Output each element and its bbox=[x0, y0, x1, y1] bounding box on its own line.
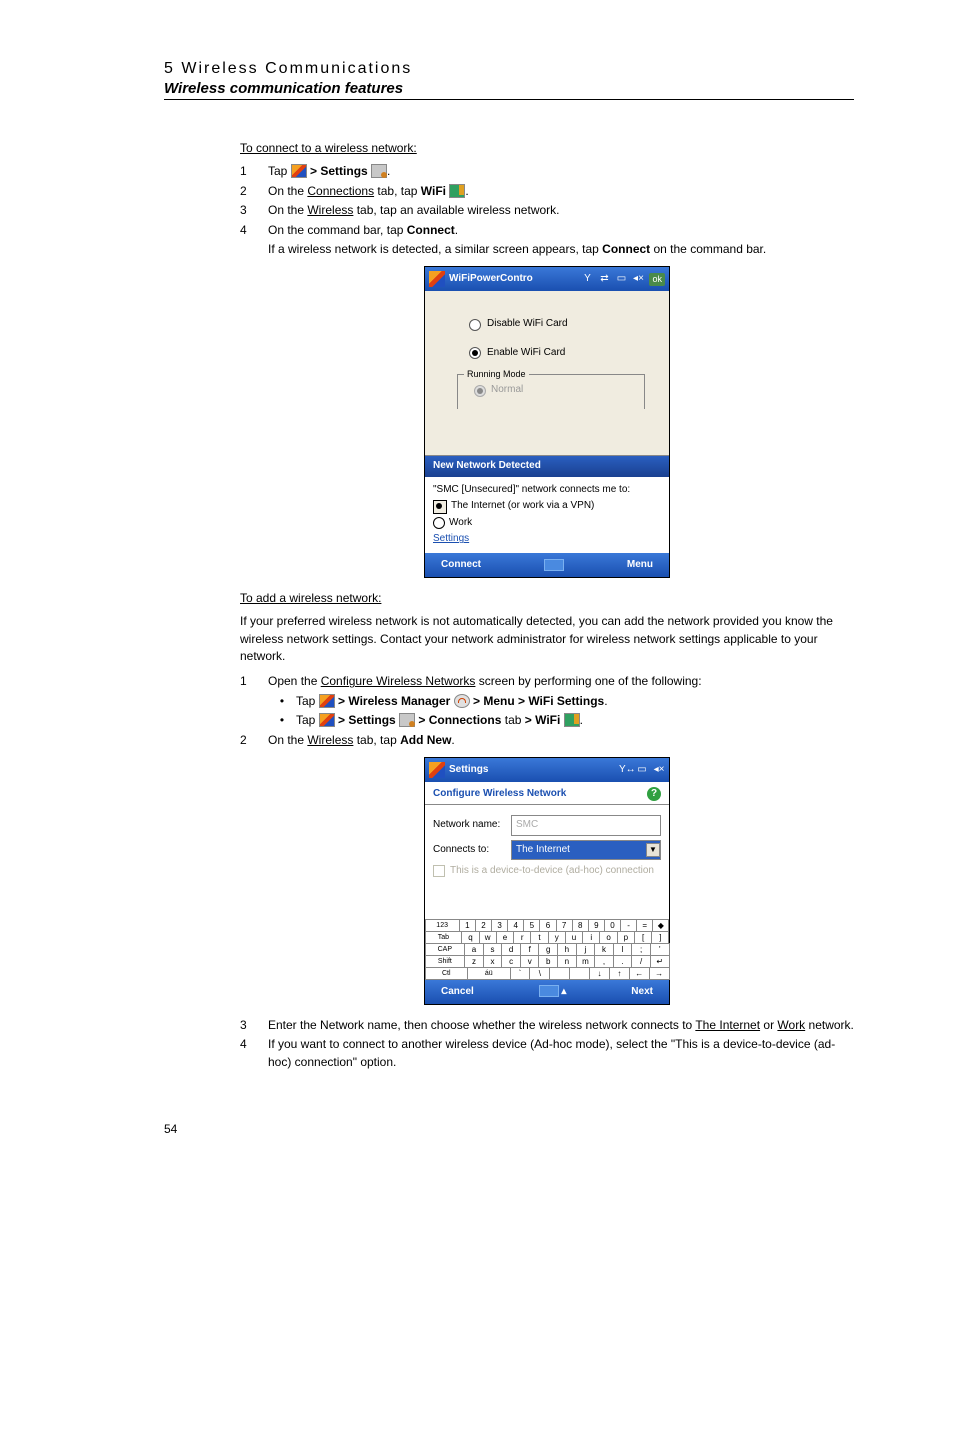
ok-button[interactable]: ok bbox=[649, 273, 665, 286]
step-body: On the Wireless tab, tap Add New. bbox=[268, 732, 854, 749]
step-body: On the Connections tab, tap WiFi . bbox=[268, 183, 854, 200]
key[interactable]: \ bbox=[529, 967, 550, 980]
page-number: 54 bbox=[164, 1121, 854, 1138]
on-screen-keyboard[interactable]: 1231234567890-=◆ Tabqwertyuiop[] CAPasdf… bbox=[425, 919, 669, 980]
window-title: Settings bbox=[449, 763, 619, 778]
add-intro: If your preferred wireless network is no… bbox=[240, 613, 854, 665]
key[interactable]: ← bbox=[629, 967, 650, 980]
key[interactable]: ↓ bbox=[589, 967, 610, 980]
chapter-title: 5 Wireless Communications bbox=[164, 60, 854, 78]
step-body: Tap > Settings . bbox=[268, 163, 854, 180]
speaker-icon[interactable]: ◂× bbox=[653, 764, 665, 776]
step-number: 3 bbox=[240, 202, 268, 219]
key[interactable]: ↑ bbox=[609, 967, 630, 980]
select-connects-to[interactable]: The Internet ▼ bbox=[511, 840, 661, 861]
battery-icon[interactable]: ▭ bbox=[636, 764, 648, 776]
key[interactable] bbox=[569, 967, 590, 980]
bullet: • bbox=[268, 693, 296, 710]
section-title: Wireless communication features bbox=[164, 80, 854, 97]
radio-disable-wifi[interactable]: Disable WiFi Card bbox=[469, 317, 655, 332]
antenna-icon[interactable]: Y bbox=[581, 273, 593, 285]
bullet: • bbox=[268, 712, 296, 729]
radio-enable-wifi[interactable]: Enable WiFi Card bbox=[469, 346, 655, 361]
window-title: WiFiPowerContro bbox=[449, 272, 581, 287]
step-number: 4 bbox=[240, 222, 268, 239]
header-rule bbox=[164, 99, 854, 100]
cancel-button[interactable]: Cancel bbox=[441, 985, 474, 1000]
label-connects-to: Connects to: bbox=[433, 843, 505, 858]
key[interactable]: ` bbox=[510, 967, 531, 980]
settings-link[interactable]: Settings bbox=[433, 532, 661, 547]
step-body: If you want to connect to another wirele… bbox=[268, 1036, 854, 1071]
settings-icon bbox=[371, 164, 387, 178]
radio-internet[interactable]: The Internet (or work via a VPN) bbox=[433, 499, 661, 514]
key[interactable] bbox=[549, 967, 570, 980]
screenshot-configure-network: Settings Y↔ ▭ ◂× Configure Wireless Netw… bbox=[424, 757, 670, 1005]
key[interactable]: áü bbox=[467, 967, 511, 980]
radio-normal: Normal bbox=[474, 383, 636, 398]
key[interactable]: Ctl bbox=[425, 967, 469, 980]
input-network-name[interactable]: SMC bbox=[511, 815, 661, 836]
step-number: 1 bbox=[240, 673, 268, 690]
keyboard-toggle[interactable]: ▴ bbox=[539, 985, 567, 1000]
settings-icon bbox=[399, 713, 415, 727]
sync-icon[interactable]: ⇄ bbox=[598, 273, 610, 285]
wifi-icon bbox=[564, 713, 580, 727]
popup-title: New Network Detected bbox=[425, 456, 669, 477]
bullet-body: Tap > Settings > Connections tab > WiFi … bbox=[296, 712, 583, 729]
start-icon[interactable] bbox=[429, 762, 445, 778]
popup-message: "SMC [Unsecured]" network connects me to… bbox=[433, 483, 661, 498]
step-number: 2 bbox=[240, 732, 268, 749]
running-mode-group: Running Mode Normal bbox=[457, 374, 645, 409]
wireless-manager-icon bbox=[454, 694, 470, 708]
connect-button[interactable]: Connect bbox=[441, 558, 481, 573]
screenshot-wifi-power: WiFiPowerContro Y ⇄ ▭ ◂× ok Disable WiFi… bbox=[424, 266, 670, 578]
label-network-name: Network name: bbox=[433, 818, 505, 833]
wifi-icon bbox=[449, 184, 465, 198]
step-number: 3 bbox=[240, 1017, 268, 1034]
connect-title: To connect to a wireless network: bbox=[240, 140, 854, 157]
bullet-body: Tap > Wireless Manager > Menu > WiFi Set… bbox=[296, 693, 608, 710]
step-body: Open the Configure Wireless Networks scr… bbox=[268, 673, 854, 690]
start-icon bbox=[291, 164, 307, 178]
radio-work[interactable]: Work bbox=[433, 516, 661, 531]
step-number: 4 bbox=[240, 1036, 268, 1071]
key[interactable]: → bbox=[649, 967, 670, 980]
antenna-icon[interactable]: Y↔ bbox=[619, 764, 631, 776]
step-number: 1 bbox=[240, 163, 268, 180]
add-title: To add a wireless network: bbox=[240, 590, 854, 607]
config-title: Configure Wireless Network bbox=[433, 787, 566, 802]
speaker-icon[interactable]: ◂× bbox=[632, 273, 644, 285]
next-button[interactable]: Next bbox=[631, 985, 653, 1000]
start-icon[interactable] bbox=[429, 271, 445, 287]
step-body: Enter the Network name, then choose whet… bbox=[268, 1017, 854, 1034]
keyboard-icon[interactable] bbox=[544, 559, 564, 571]
start-icon bbox=[319, 713, 335, 727]
chevron-down-icon[interactable]: ▼ bbox=[646, 843, 660, 857]
menu-button[interactable]: Menu bbox=[627, 558, 653, 573]
start-icon bbox=[319, 694, 335, 708]
help-icon[interactable]: ? bbox=[647, 787, 661, 801]
step-body: On the Wireless tab, tap an available wi… bbox=[268, 202, 854, 219]
battery-icon[interactable]: ▭ bbox=[615, 273, 627, 285]
step-note: If a wireless network is detected, a sim… bbox=[268, 241, 854, 258]
step-body: On the command bar, tap Connect. bbox=[268, 222, 854, 239]
checkbox-adhoc: This is a device-to-device (ad-hoc) conn… bbox=[433, 864, 661, 879]
step-number: 2 bbox=[240, 183, 268, 200]
